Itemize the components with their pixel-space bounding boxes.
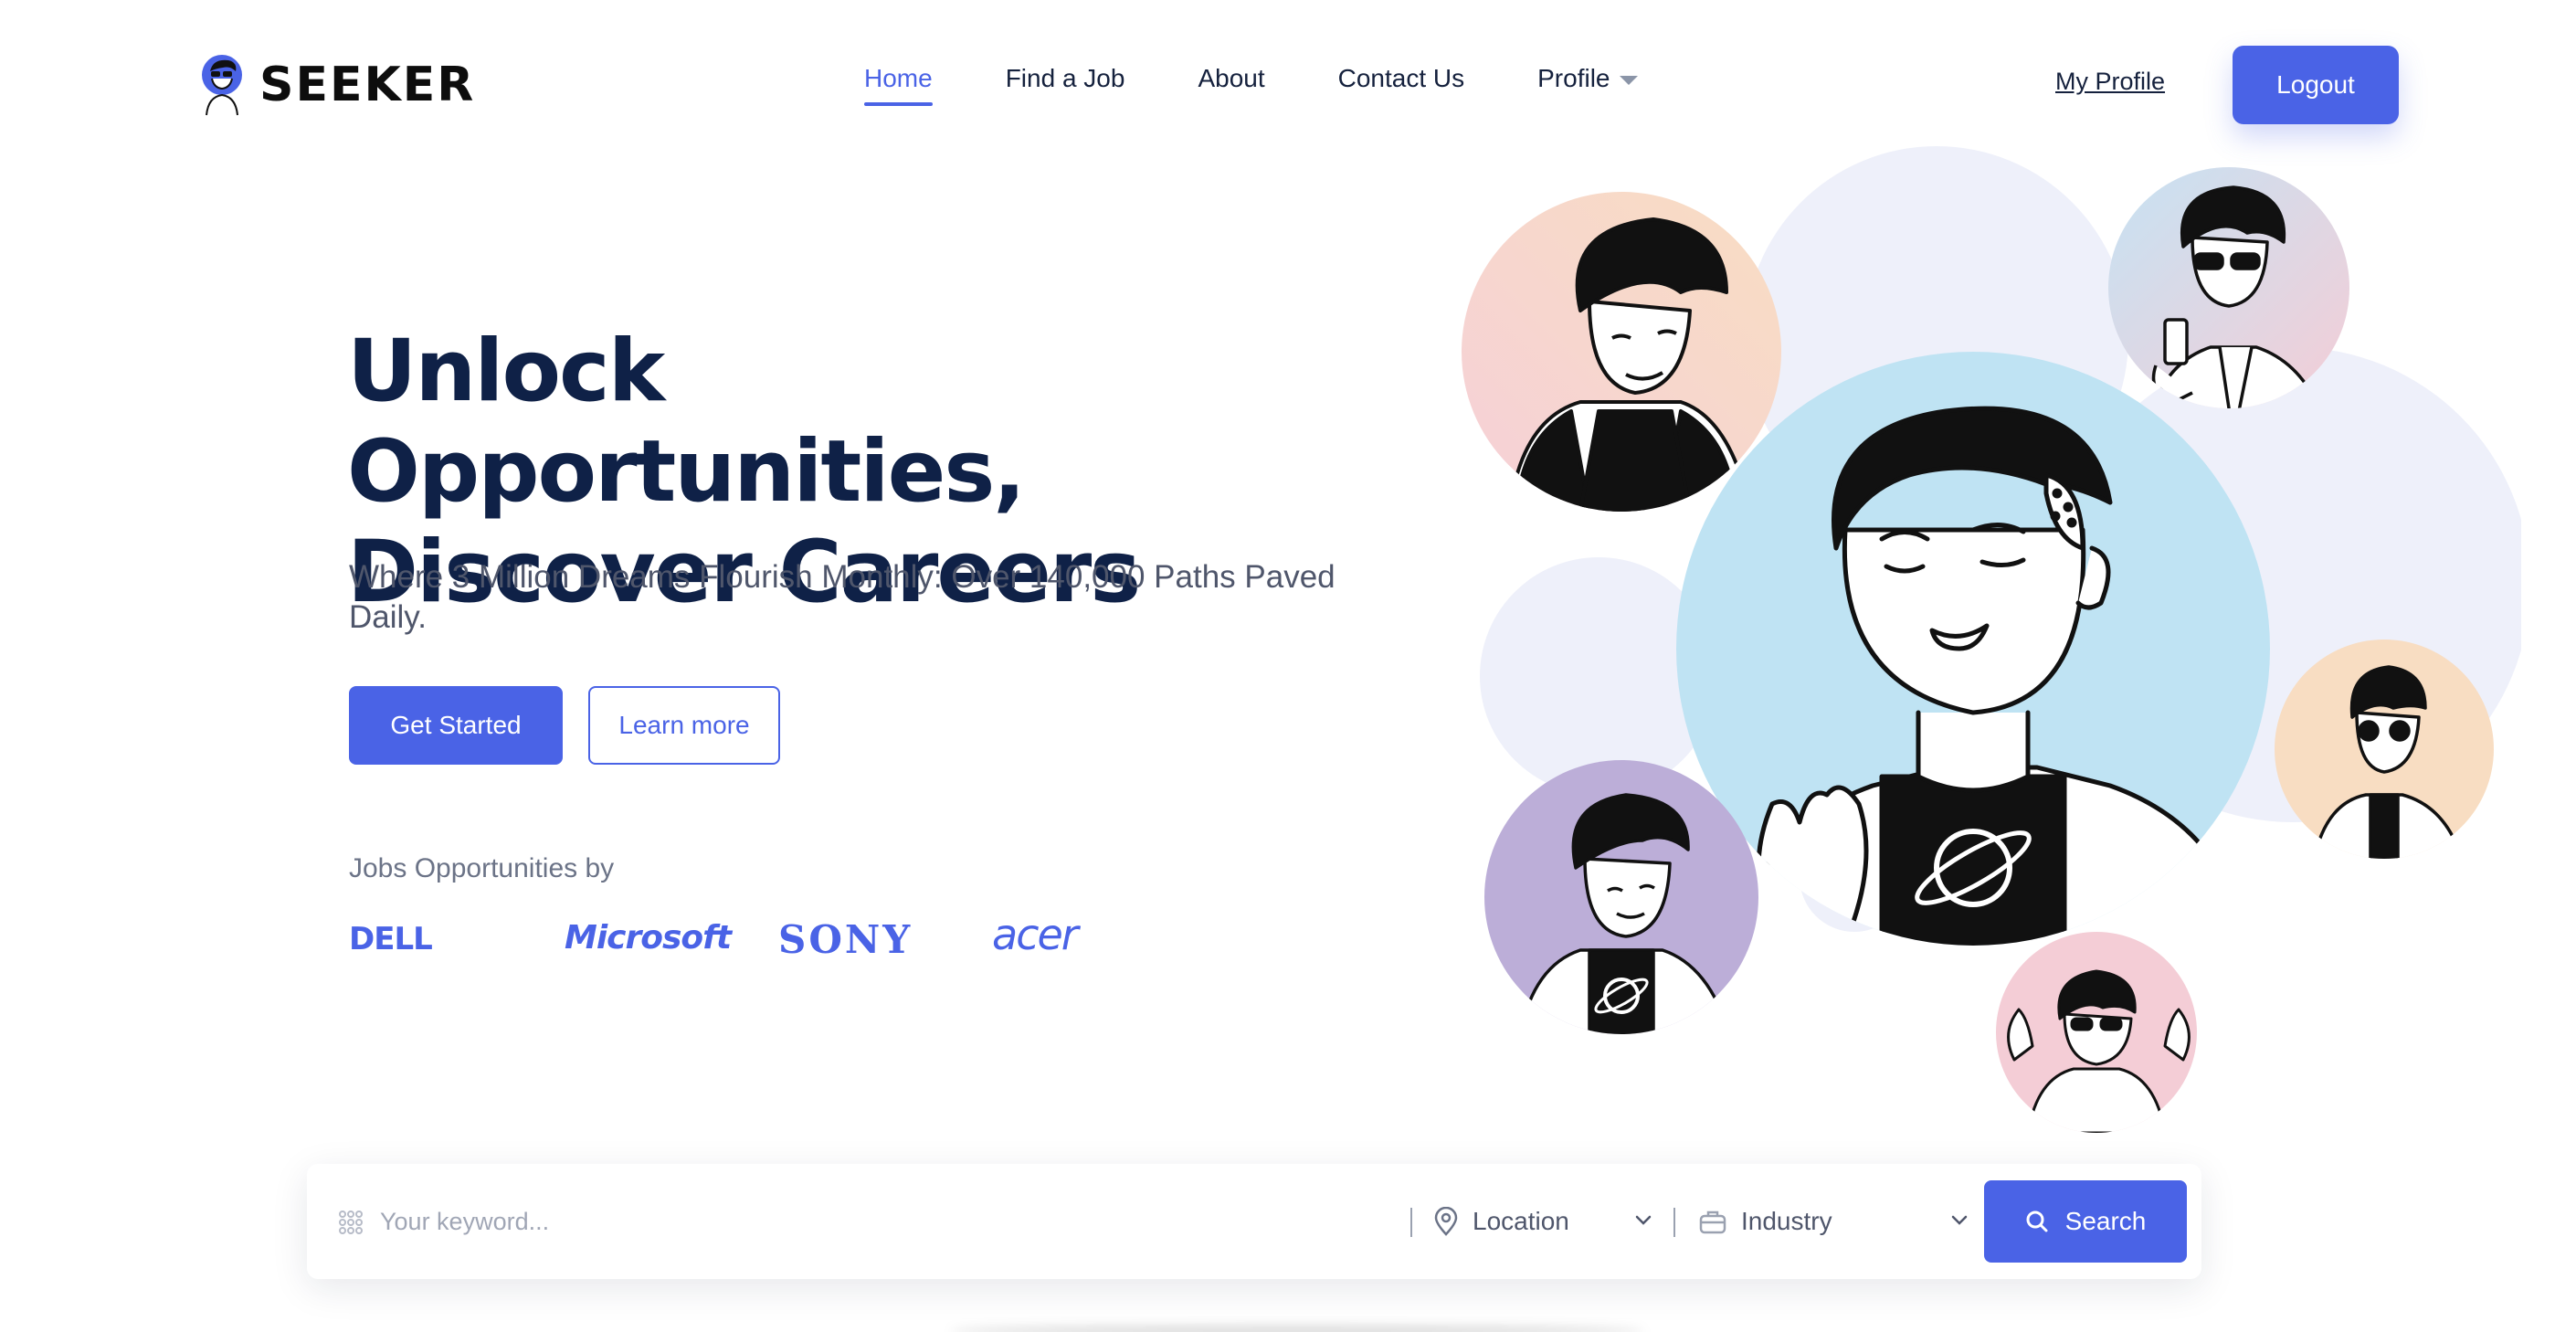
dell-logo: DELL bbox=[349, 921, 433, 957]
location-select[interactable]: Location bbox=[1434, 1197, 1653, 1246]
logo-avatar-icon bbox=[202, 55, 242, 116]
learn-more-button[interactable]: Learn more bbox=[588, 686, 780, 765]
get-started-button[interactable]: Get Started bbox=[349, 686, 563, 765]
nav-home[interactable]: Home bbox=[864, 64, 933, 106]
chevron-down-icon bbox=[1951, 1215, 1968, 1225]
brand-logo[interactable]: SEEKER bbox=[197, 53, 475, 117]
hero-illustration bbox=[1462, 146, 2521, 1133]
job-search-bar: Location Industry Search bbox=[307, 1164, 2201, 1279]
bottom-shadow bbox=[950, 1327, 1644, 1332]
logout-button[interactable]: Logout bbox=[2233, 46, 2399, 124]
location-label: Location bbox=[1473, 1207, 1569, 1235]
nav-about[interactable]: About bbox=[1198, 64, 1264, 106]
search-icon bbox=[2026, 1210, 2048, 1232]
acer-logo: acer bbox=[992, 910, 1079, 959]
my-profile-link[interactable]: My Profile bbox=[2055, 68, 2165, 96]
chevron-down-icon bbox=[1635, 1215, 1652, 1225]
briefcase-icon bbox=[1699, 1210, 1726, 1234]
sony-logo: SONY bbox=[778, 917, 913, 962]
nav-profile-dropdown[interactable]: Profile bbox=[1537, 64, 1638, 106]
industry-select[interactable]: Industry bbox=[1699, 1197, 1969, 1246]
hero-subtitle: Where 3 Million Dreams Flourish Monthly:… bbox=[349, 559, 1336, 635]
divider-industry bbox=[1673, 1208, 1675, 1237]
search-button[interactable]: Search bbox=[1984, 1180, 2187, 1263]
nav-profile-label: Profile bbox=[1537, 64, 1610, 92]
divider-location bbox=[1410, 1208, 1412, 1237]
main-nav: Home Find a Job About Contact Us Profile bbox=[864, 64, 1638, 106]
industry-label: Industry bbox=[1741, 1207, 1832, 1235]
grid-icon bbox=[339, 1210, 363, 1234]
search-button-label: Search bbox=[2064, 1207, 2147, 1235]
nav-find-a-job[interactable]: Find a Job bbox=[1006, 64, 1125, 106]
location-pin-icon bbox=[1434, 1207, 1458, 1236]
caret-down-icon bbox=[1619, 75, 1638, 85]
hero-title-line-1: Unlock Opportunities, bbox=[347, 322, 1026, 522]
brand-name: SEEKER bbox=[259, 58, 476, 112]
jobs-by-label: Jobs Opportunities by bbox=[349, 853, 615, 883]
nav-contact-us[interactable]: Contact Us bbox=[1338, 64, 1465, 106]
microsoft-logo: Microsoft bbox=[565, 919, 732, 957]
